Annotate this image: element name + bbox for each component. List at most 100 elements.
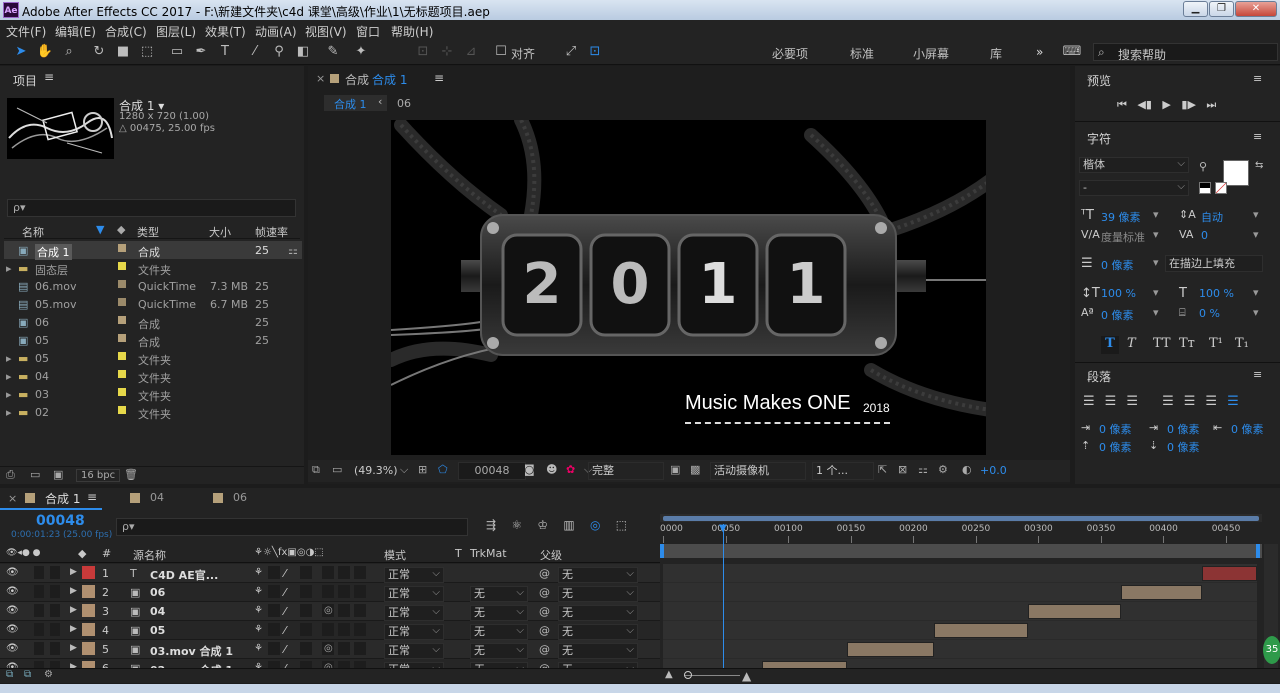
- visibility-eye-icon[interactable]: 👁: [6, 643, 19, 654]
- expand-modes-icon[interactable]: ⧉: [24, 669, 31, 680]
- draft-3d-icon[interactable]: ⚛: [511, 518, 522, 532]
- expand-arrow-icon[interactable]: ▸: [6, 262, 12, 275]
- bit-depth-button[interactable]: 16 bpc: [76, 469, 121, 482]
- views-dropdown[interactable]: 1 个...: [812, 462, 874, 480]
- label-color-swatch[interactable]: [118, 370, 126, 378]
- maximize-button[interactable]: ❐: [1209, 1, 1234, 17]
- resolution-dropdown[interactable]: 完整: [588, 462, 664, 480]
- align-center-icon[interactable]: ☰: [1105, 394, 1127, 409]
- project-item[interactable]: ▸ ▬ 03 文件夹: [4, 385, 302, 403]
- collapse-switch[interactable]: [268, 585, 280, 598]
- table-row[interactable]: 👁 ▶ 2 ▣ 06 ⚘ ⁄ 正常 无 @ 无: [0, 583, 660, 602]
- project-item[interactable]: ▣ 05 合成 25: [4, 331, 302, 349]
- hand-tool-icon[interactable]: ✋: [36, 43, 54, 61]
- breadcrumb-active[interactable]: 合成 1 ‹: [324, 95, 387, 111]
- kerning-dropdown-icon[interactable]: ▾: [1153, 228, 1159, 241]
- channel-icon[interactable]: ✿: [566, 463, 575, 476]
- layer-label-color[interactable]: [82, 642, 95, 655]
- visibility-eye-icon[interactable]: 👁: [6, 624, 19, 635]
- pen-tool-icon[interactable]: ✒: [192, 43, 210, 61]
- align-right-icon[interactable]: ☰: [1126, 394, 1148, 409]
- work-area-end-handle[interactable]: [1256, 544, 1260, 558]
- reset-exposure-icon[interactable]: ◐: [962, 463, 972, 476]
- axis-world-icon[interactable]: ⊹: [438, 43, 456, 61]
- menu-window[interactable]: 窗口: [356, 23, 380, 40]
- visibility-eye-icon[interactable]: 👁: [6, 586, 19, 597]
- col-trackmatte-t[interactable]: T: [455, 547, 462, 560]
- layer-label-color[interactable]: [82, 604, 95, 617]
- expand-arrow-icon[interactable]: ▸: [6, 370, 12, 383]
- layer-duration-bar[interactable]: [1201, 566, 1257, 581]
- tsume-dropdown-icon[interactable]: ▾: [1253, 306, 1259, 319]
- trackmatte-dropdown[interactable]: 无: [470, 586, 528, 602]
- selection-tool-icon[interactable]: ➤: [12, 43, 30, 61]
- first-frame-icon[interactable]: ⏮: [1117, 98, 1127, 111]
- effects-switch[interactable]: [300, 604, 312, 617]
- indent-left-value[interactable]: 0 像素: [1099, 421, 1132, 437]
- expand-arrow-icon[interactable]: ▸: [6, 352, 12, 365]
- parent-dropdown[interactable]: 无: [558, 567, 638, 583]
- project-item[interactable]: ▣ 06 合成 25: [4, 313, 302, 331]
- no-fill-icon[interactable]: [1215, 182, 1227, 194]
- col-source-name[interactable]: 源名称: [133, 547, 166, 563]
- col-parent[interactable]: 父级: [540, 547, 562, 563]
- timeline-icon[interactable]: ⚏: [918, 463, 928, 476]
- vertical-scale-value[interactable]: 100 %: [1101, 287, 1136, 300]
- layer-name[interactable]: 04: [150, 605, 165, 618]
- expand-arrow-icon[interactable]: ▸: [6, 388, 12, 401]
- menu-view[interactable]: 视图(V): [305, 23, 347, 40]
- label-column-icon[interactable]: ◆: [117, 223, 125, 236]
- show-snapshot-icon[interactable]: ☻: [546, 463, 557, 476]
- rotate-tool-icon[interactable]: ↻: [90, 43, 108, 61]
- axis-local-icon[interactable]: ⊡: [414, 43, 432, 61]
- label-color-swatch[interactable]: [118, 280, 126, 288]
- expand-layer-icon[interactable]: ▶: [70, 586, 77, 596]
- mask-visibility-icon[interactable]: ⬠: [438, 463, 448, 476]
- font-size-value[interactable]: 39 像素: [1101, 209, 1141, 225]
- layer-name[interactable]: 05: [150, 624, 165, 637]
- timeline-tab-06[interactable]: 06: [233, 491, 247, 504]
- sort-arrow-icon[interactable]: ▼: [96, 223, 104, 236]
- fast-previews-icon[interactable]: ⊠: [898, 463, 907, 476]
- layer-duration-bar[interactable]: [934, 623, 1029, 638]
- 3d-switch[interactable]: [354, 642, 366, 655]
- camera-tool-icon[interactable]: ■: [114, 43, 132, 61]
- new-folder-icon[interactable]: ▭: [30, 468, 40, 481]
- layer-name[interactable]: 03.mov 合成 1: [150, 643, 233, 659]
- table-row[interactable]: 👁 ▶ 5 ▣ 03.mov 合成 1 ⚘ ⁄ ◎ 正常 无 @ 无: [0, 640, 660, 659]
- more-workspaces-button[interactable]: »: [1036, 45, 1043, 59]
- motion-blur-switch[interactable]: [322, 566, 334, 579]
- tracking-value[interactable]: 0: [1201, 229, 1208, 242]
- layer-label-color[interactable]: [82, 585, 95, 598]
- effects-switch[interactable]: [300, 566, 312, 579]
- camera-dropdown[interactable]: 活动摄像机: [710, 462, 806, 480]
- time-navigator-bar[interactable]: [663, 516, 1259, 521]
- trash-icon[interactable]: 🗑: [124, 468, 138, 481]
- expand-arrow-icon[interactable]: ▸: [6, 406, 12, 419]
- zoom-dropdown-icon[interactable]: ⌵: [400, 463, 408, 477]
- layer-name[interactable]: 06: [150, 586, 165, 599]
- paragraph-menu-icon[interactable]: ≡: [1253, 368, 1262, 381]
- label-color-swatch[interactable]: [118, 388, 126, 396]
- project-item[interactable]: ▸ ▬ 05 文件夹: [4, 349, 302, 367]
- font-style-dropdown[interactable]: -: [1079, 180, 1189, 196]
- comp-tab-name[interactable]: 合成 1: [372, 71, 407, 88]
- motion-blur-switch[interactable]: [322, 585, 334, 598]
- leading-dropdown-icon[interactable]: ▾: [1253, 208, 1259, 221]
- solo-toggle[interactable]: [34, 585, 44, 598]
- lock-toggle[interactable]: [50, 642, 60, 655]
- solo-toggle[interactable]: [34, 566, 44, 579]
- motion-blur-icon[interactable]: ◎: [590, 518, 600, 532]
- timeline-timecode[interactable]: 00048: [36, 513, 85, 529]
- work-area-bar[interactable]: [660, 544, 1262, 558]
- 3d-switch[interactable]: [354, 604, 366, 617]
- faux-italic-button[interactable]: T: [1127, 336, 1136, 351]
- zoom-in-icon[interactable]: ▲: [742, 669, 751, 683]
- justify-right-icon[interactable]: ☰: [1205, 394, 1227, 409]
- playhead-handle-icon[interactable]: ▼: [719, 524, 729, 534]
- layer-name[interactable]: C4D AE官...: [150, 567, 218, 583]
- eyedropper-icon[interactable]: ⚲: [1199, 160, 1207, 173]
- rectangle-tool-icon[interactable]: ▭: [168, 43, 186, 61]
- timeline-search-field[interactable]: ρ▾: [116, 518, 468, 536]
- blend-mode-dropdown[interactable]: 正常: [384, 624, 444, 640]
